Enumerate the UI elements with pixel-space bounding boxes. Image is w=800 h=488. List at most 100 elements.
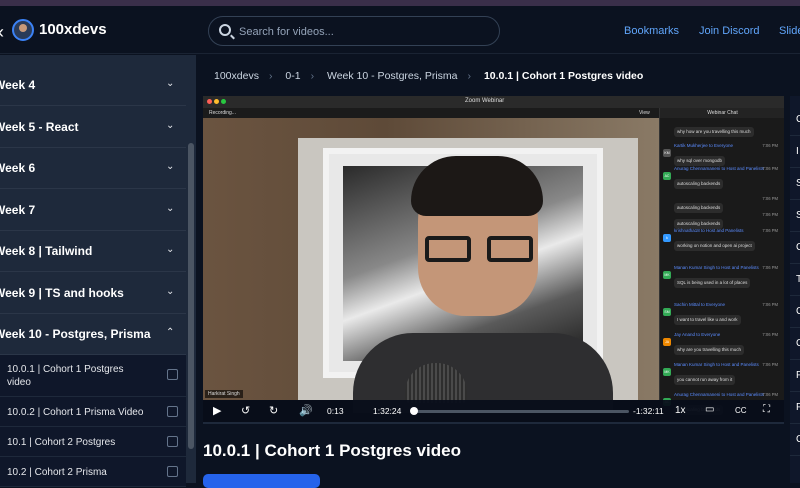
play-icon[interactable]: ▶ <box>213 404 221 417</box>
forward-icon[interactable]: ↻ <box>269 404 278 417</box>
brand-logo-avatar[interactable] <box>12 19 34 41</box>
chat-text: working on notion and open ai project <box>674 241 755 251</box>
sidebar-scrollbar[interactable] <box>186 55 196 483</box>
chat-avatar: k <box>663 234 671 242</box>
sidebar-item-week-9[interactable]: Week 9 | TS and hooks ⌄ <box>0 273 186 314</box>
zoom-title-bar: Zoom Webinar <box>203 96 784 108</box>
right-panel-item[interactable]: S <box>790 200 800 232</box>
chevron-up-icon: ⌃ <box>166 327 175 338</box>
lens-right <box>487 236 533 262</box>
course-sidebar: Week 4 ⌄ Week 5 - React ⌄ Week 6 ⌄ Week … <box>0 55 186 487</box>
completed-checkbox[interactable] <box>167 466 178 477</box>
chat-message: k krishnatha18 to Host and Panelists worki… <box>663 228 780 252</box>
sidebar-item-label: Week 7 <box>0 203 36 217</box>
search-input[interactable] <box>239 23 489 41</box>
captions-icon[interactable]: CC <box>735 406 747 415</box>
chat-message: SM Sachin Mittal to Everyone I want to tra… <box>663 302 780 326</box>
speaker-glasses <box>425 236 535 262</box>
player-controls: ▶ ↺ ↻ 🔊 0:13 1:32:24 -1:32:11 1x ▭ CC ⛶ <box>203 400 784 422</box>
breadcrumb-item[interactable]: 100xdevs <box>214 70 259 82</box>
chat-message: MK Manan Kumar Singh to Host and Panelist… <box>663 362 780 386</box>
breadcrumb-current: 10.0.1 | Cohort 1 Postgres video <box>483 70 644 82</box>
breadcrumb-separator: › <box>467 70 472 82</box>
volume-icon[interactable]: 🔊 <box>299 404 313 417</box>
subitem-label: 10.0.2 | Cohort 1 Prisma Video <box>7 407 144 418</box>
right-panel-item[interactable]: T <box>790 264 800 296</box>
chevron-down-icon: ⌄ <box>166 286 175 297</box>
seek-bar[interactable] <box>409 407 629 415</box>
sidebar-item-week-4[interactable]: Week 4 ⌄ <box>0 65 186 106</box>
chat-text: you cannot run away from it <box>674 375 736 385</box>
breadcrumb-item[interactable]: Week 10 - Postgres, Prisma <box>327 70 458 82</box>
chevron-down-icon: ⌄ <box>166 161 175 172</box>
chat-time: 7:06 PM <box>762 228 778 233</box>
chat-message: JA Jay Anand to Everyone why are you trave… <box>663 332 780 356</box>
chat-text: SQL is being used in a lot of places <box>674 278 751 288</box>
chat-time: 7:06 PM <box>762 362 778 367</box>
chat-avatar: KM <box>663 149 671 157</box>
right-panel-item-label: C <box>796 114 800 125</box>
right-panel-item[interactable]: F <box>790 392 800 424</box>
bookmarks-link[interactable]: Bookmarks <box>624 25 679 37</box>
chat-avatar: MK <box>663 368 671 376</box>
right-panel-item-label: F <box>796 370 800 381</box>
right-panel-item[interactable]: C <box>790 104 800 136</box>
recording-indicator: Recording... <box>209 110 236 116</box>
right-panel-item[interactable]: C <box>790 424 800 456</box>
right-panel-item-label: C <box>796 242 800 253</box>
chevron-down-icon: ⌄ <box>166 244 175 255</box>
chat-time: 7:06 PM <box>762 166 778 171</box>
speaker-name-label: Harkirat Singh <box>205 390 243 398</box>
right-panel-item[interactable]: C <box>790 232 800 264</box>
right-panel-item[interactable]: I <box>790 136 800 168</box>
seek-bar-handle[interactable] <box>409 407 418 415</box>
chat-message: ACAnurag Chennamaneni to Host and Paneli… <box>663 166 780 190</box>
right-panel-item[interactable]: C <box>790 296 800 328</box>
picture-in-picture-icon[interactable]: ▭ <box>705 404 714 415</box>
join-discord-link[interactable]: Join Discord <box>699 25 760 37</box>
right-panel-item-label: C <box>796 306 800 317</box>
minimize-dot-icon <box>214 99 219 104</box>
sidebar-item-label: Week 6 <box>0 161 36 175</box>
lens-left <box>425 236 471 262</box>
right-panel-item[interactable]: C <box>790 328 800 360</box>
sidebar-item-label: Week 9 | TS and hooks <box>0 286 124 300</box>
video-player[interactable]: Zoom Webinar Recording... View Harkirat … <box>203 96 784 422</box>
breadcrumb-separator: › <box>268 70 273 82</box>
sidebar-item-week-6[interactable]: Week 6 ⌄ <box>0 148 186 189</box>
top-nav-bar: ‹ 100xdevs Bookmarks Join Discord Slide <box>0 6 800 54</box>
scrollbar-thumb[interactable] <box>188 143 194 449</box>
sidebar-item-week-5[interactable]: Week 5 - React ⌄ <box>0 107 186 148</box>
brand-name[interactable]: 100xdevs <box>39 21 107 38</box>
chat-time: 7:06 PM <box>762 332 778 337</box>
completed-checkbox[interactable] <box>167 436 178 447</box>
right-panel-item-label: F <box>796 402 800 413</box>
back-chevron-icon[interactable]: ‹ <box>0 22 4 43</box>
sidebar-subitem-10-0-2[interactable]: 10.0.2 | Cohort 1 Prisma Video <box>0 397 186 427</box>
sidebar-item-week-8[interactable]: Week 8 | Tailwind ⌄ <box>0 231 186 272</box>
completed-checkbox[interactable] <box>167 369 178 380</box>
webinar-chat-panel: Webinar Chat why how are you travelling … <box>659 108 784 415</box>
remaining-time: -1:32:11 <box>633 406 664 416</box>
right-panel-item[interactable]: F <box>790 360 800 392</box>
chat-text: why how are you travelling this much <box>674 127 754 137</box>
right-panel-item[interactable]: S <box>790 168 800 200</box>
sidebar-item-label: Week 10 - Postgres, Prisma <box>0 327 151 341</box>
playback-speed-button[interactable]: 1x <box>675 405 686 416</box>
sidebar-subitem-10-0-1[interactable]: 10.0.1 | Cohort 1 Postgres video <box>0 355 186 397</box>
sidebar-item-week-10[interactable]: Week 10 - Postgres, Prisma ⌃ <box>0 314 186 355</box>
fullscreen-icon[interactable]: ⛶ <box>763 404 770 415</box>
sidebar-item-label: Week 4 <box>0 78 36 92</box>
completed-checkbox[interactable] <box>167 406 178 417</box>
sidebar-item-week-7[interactable]: Week 7 ⌄ <box>0 190 186 231</box>
chat-time: 7:06 PM <box>762 143 778 148</box>
chat-time: 7:06 PM <box>762 392 778 397</box>
sidebar-item-label: Week 5 - React <box>0 120 79 134</box>
rewind-icon[interactable]: ↺ <box>241 404 250 417</box>
primary-action-button[interactable] <box>203 474 320 488</box>
breadcrumb-item[interactable]: 0-1 <box>285 70 300 82</box>
search-box[interactable] <box>208 16 500 46</box>
sidebar-subitem-10-1[interactable]: 10.1 | Cohort 2 Postgres <box>0 427 186 457</box>
slides-link[interactable]: Slide <box>779 25 800 37</box>
right-panel-item-label: T <box>796 274 800 285</box>
